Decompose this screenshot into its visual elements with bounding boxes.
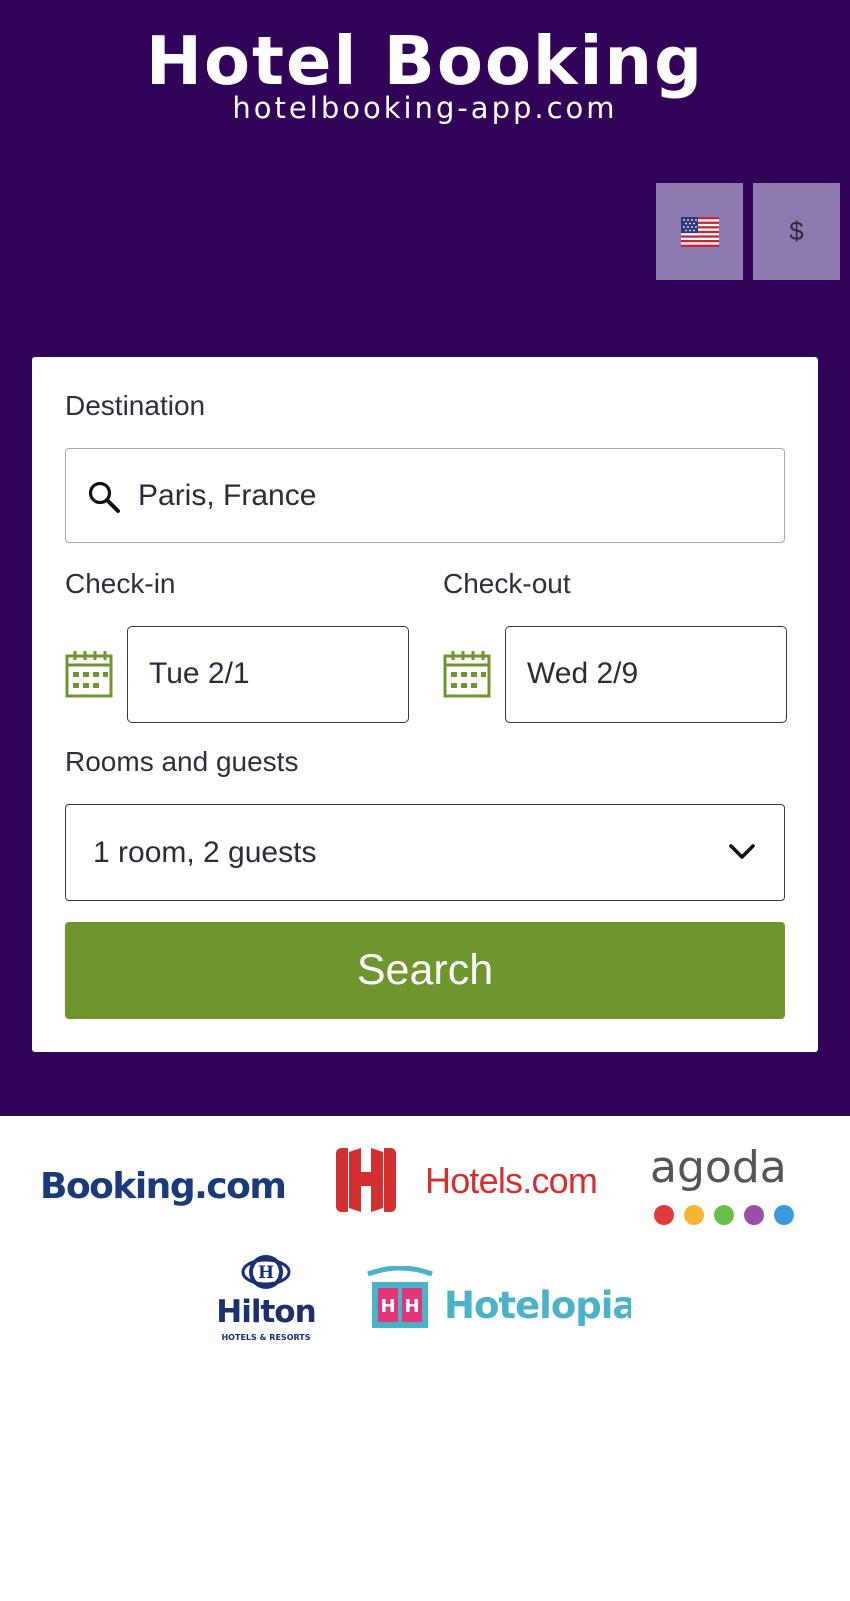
hotels-com-emblem-icon [336,1148,396,1212]
search-icon [88,481,120,513]
brand-title: Hotel Booking [145,22,705,100]
svg-text:H: H [380,1296,395,1317]
destination-value: Paris, France [138,479,317,512]
booking-com-name: Booking.com [40,1166,285,1207]
destination-label: Destination [65,390,206,421]
hotelopia-logo[interactable]: H H Hotelopia [366,1266,631,1341]
brand-logo[interactable]: Hotel Booking hotelbooking-app.com [0,22,850,124]
brand-subtitle: hotelbooking-app.com [232,91,618,125]
checkout-value: Wed 2/9 [527,657,639,690]
rooms-guests-select[interactable]: 1 room, 2 guests [65,804,785,901]
agoda-dots-icon [654,1205,794,1225]
svg-text:H: H [258,1263,274,1283]
rooms-guests-value: 1 room, 2 guests [93,836,317,869]
search-form-card: Destination Paris, France Check-in Tue 2… [32,357,818,1052]
calendar-icon [65,651,113,698]
currency-button[interactable]: $ [753,183,840,280]
checkin-label: Check-in [65,568,176,599]
rooms-guests-label: Rooms and guests [65,746,299,777]
hotelopia-name: Hotelopia [444,1284,631,1327]
language-button[interactable] [656,183,743,280]
checkout-label: Check-out [443,568,571,599]
checkout-input[interactable]: Wed 2/9 [505,626,787,723]
agoda-name: agoda [650,1142,787,1193]
checkin-input[interactable]: Tue 2/1 [127,626,409,723]
booking-com-logo[interactable]: Booking.com [40,1158,290,1210]
partner-logos: Booking.com Hotels.com agoda H Hilton HO… [0,1116,850,1601]
hilton-logo[interactable]: H Hilton HOTELS & RESORTS [209,1255,324,1343]
calendar-icon [443,651,491,698]
hotels-com-logo[interactable]: Hotels.com [333,1146,613,1216]
agoda-logo[interactable]: agoda [648,1138,798,1228]
hotels-com-name: Hotels.com [425,1160,597,1201]
search-button[interactable]: Search [65,922,785,1019]
chevron-down-icon [729,844,755,859]
svg-text:H: H [404,1296,419,1317]
checkin-value: Tue 2/1 [149,657,250,690]
hilton-tagline: HOTELS & RESORTS [221,1333,310,1342]
us-flag-icon [680,216,719,247]
hotelopia-emblem-icon: H H [367,1266,433,1328]
destination-input[interactable]: Paris, France [65,448,785,543]
hilton-name: Hilton [216,1294,315,1330]
hilton-emblem-icon: H [241,1255,291,1289]
hero-section: Hotel Booking hotelbooking-app.com $ Des… [0,0,850,1116]
